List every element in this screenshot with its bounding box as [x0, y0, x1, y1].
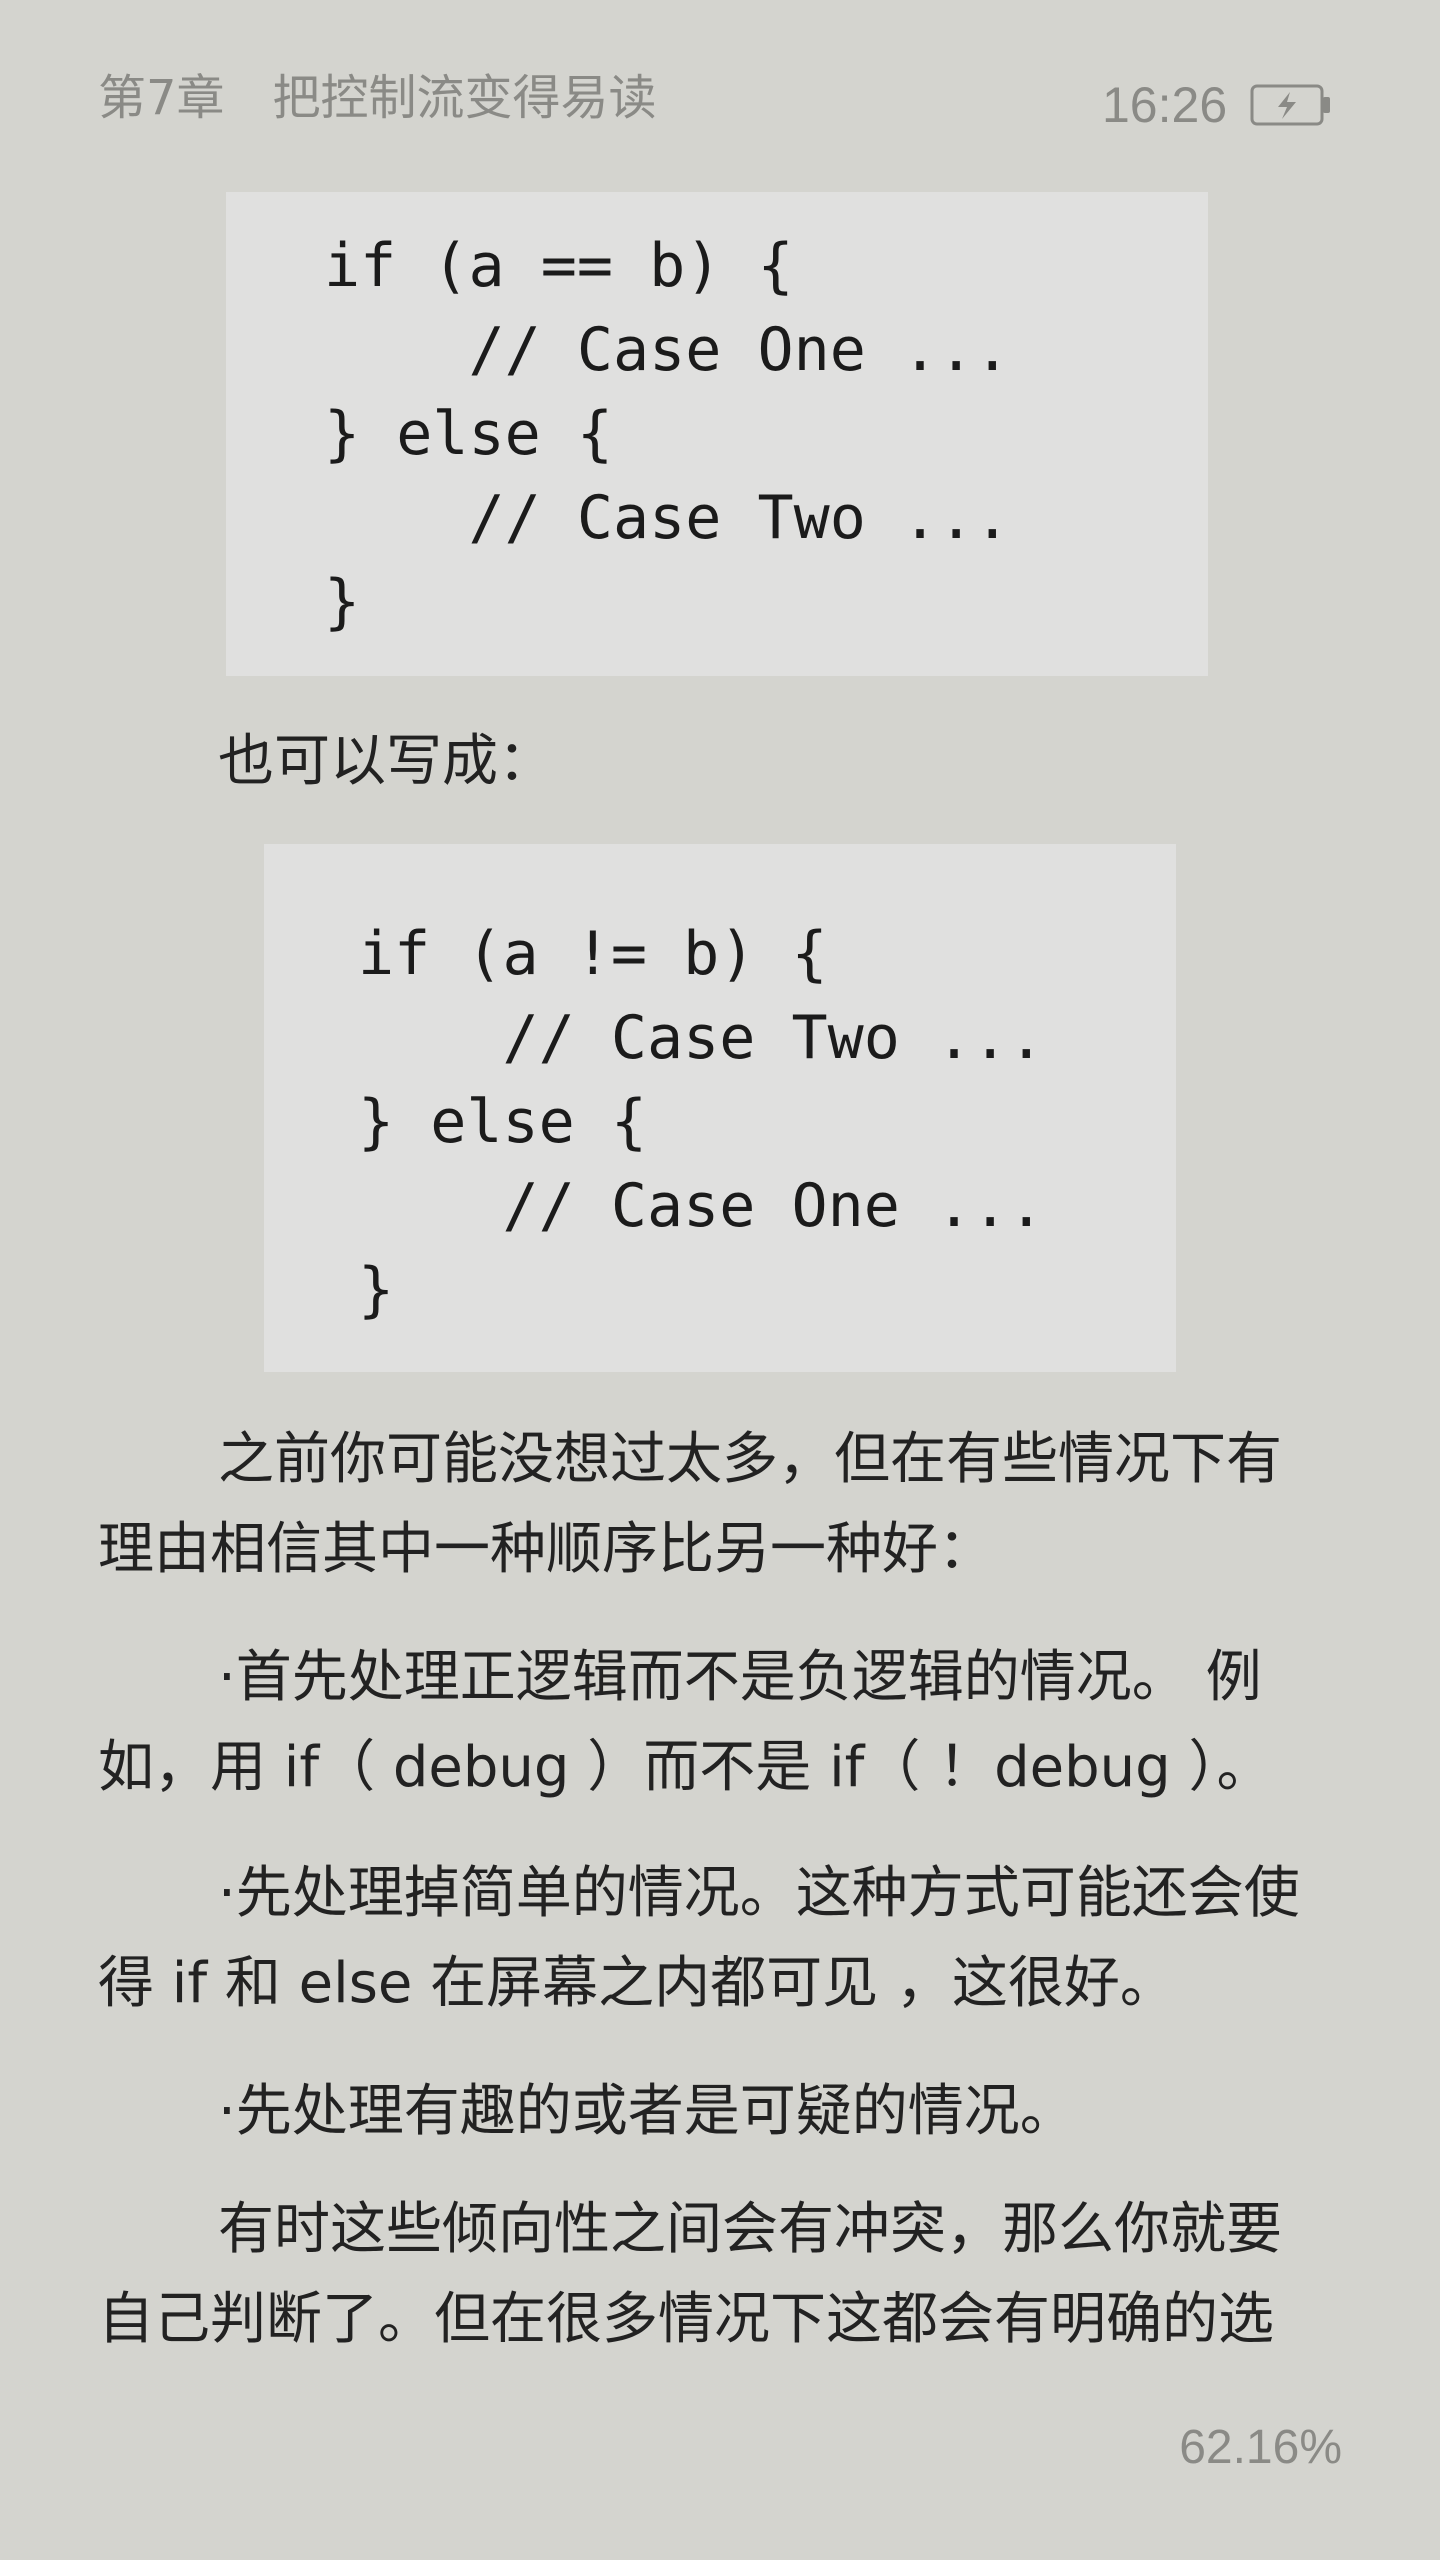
text-line: ·首先处理正逻辑而不是负逻辑的情况。 例: [218, 1645, 1262, 1710]
text-line: 理由相信其中一种顺序比另一种好：: [98, 1517, 994, 1582]
text-line: 如，用 if（ debug ）而不是 if（ ！debug ）。: [98, 1735, 1273, 1800]
code-line: }: [324, 567, 361, 637]
text-line: 有时这些倾向性之间会有冲突，那么你就要: [218, 2197, 1282, 2262]
code-line: } else {: [358, 1087, 647, 1157]
text-line: ·先处理有趣的或者是可疑的情况。: [218, 2079, 1076, 2144]
code-line: // Case Two ...: [324, 483, 1011, 553]
reading-progress: 62.16%: [1179, 2421, 1342, 2474]
code-line: if (a == b) {: [324, 231, 794, 301]
code-line: // Case Two ...: [358, 1003, 1045, 1073]
code-line: // Case One ...: [358, 1171, 1045, 1241]
text-line: 也可以写成：: [218, 729, 554, 794]
text-line: 之前你可能没想过太多，但在有些情况下有: [218, 1427, 1282, 1492]
charging-battery-icon: [1250, 84, 1330, 126]
code-example-1: if (a == b) { // Case One ... } else { /…: [226, 192, 1208, 676]
code-line: // Case One ...: [324, 315, 1011, 385]
code-line: } else {: [324, 399, 613, 469]
status-time: 16:26: [1102, 77, 1228, 133]
chapter-title: 第7章 把控制流变得易读: [98, 70, 657, 126]
text-line: ·先处理掉简单的情况。这种方式可能还会使: [218, 1861, 1300, 1926]
text-line: 得 if 和 else 在屏幕之内都可见 ，这很好。: [98, 1951, 1176, 2016]
code-line: if (a != b) {: [358, 919, 828, 989]
text-line: 自己判断了。但在很多情况下这都会有明确的选: [98, 2287, 1274, 2352]
code-example-2: if (a != b) { // Case Two ... } else { /…: [264, 844, 1176, 1372]
code-line: }: [358, 1255, 395, 1325]
